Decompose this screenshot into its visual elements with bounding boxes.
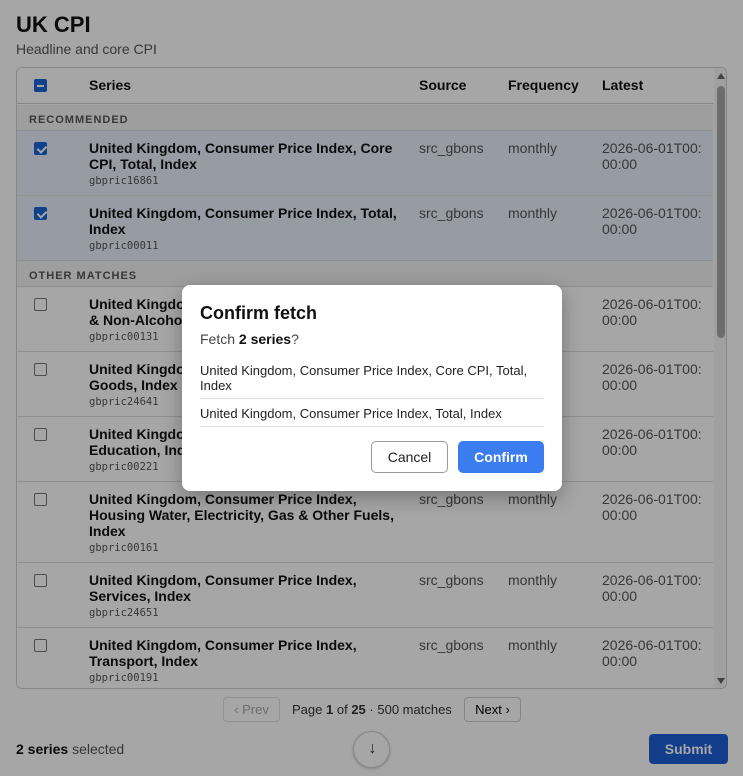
- confirm-fetch-dialog: Confirm fetch Fetch 2 series? United Kin…: [182, 285, 562, 491]
- cancel-button[interactable]: Cancel: [371, 441, 448, 473]
- prompt-count: 2 series: [238, 331, 292, 347]
- prompt-suffix: ?: [291, 331, 299, 347]
- dialog-series-list: United Kingdom, Consumer Price Index, Co…: [200, 361, 544, 432]
- dialog-series-item: United Kingdom, Consumer Price Index, Co…: [200, 361, 544, 399]
- confirm-button[interactable]: Confirm: [458, 441, 544, 473]
- dialog-title: Confirm fetch: [200, 303, 317, 323]
- dialog-series-item: United Kingdom, Consumer Price Index, To…: [200, 404, 544, 427]
- dialog-prompt: Fetch 2 series?: [200, 331, 299, 347]
- prompt-prefix: Fetch: [200, 331, 236, 347]
